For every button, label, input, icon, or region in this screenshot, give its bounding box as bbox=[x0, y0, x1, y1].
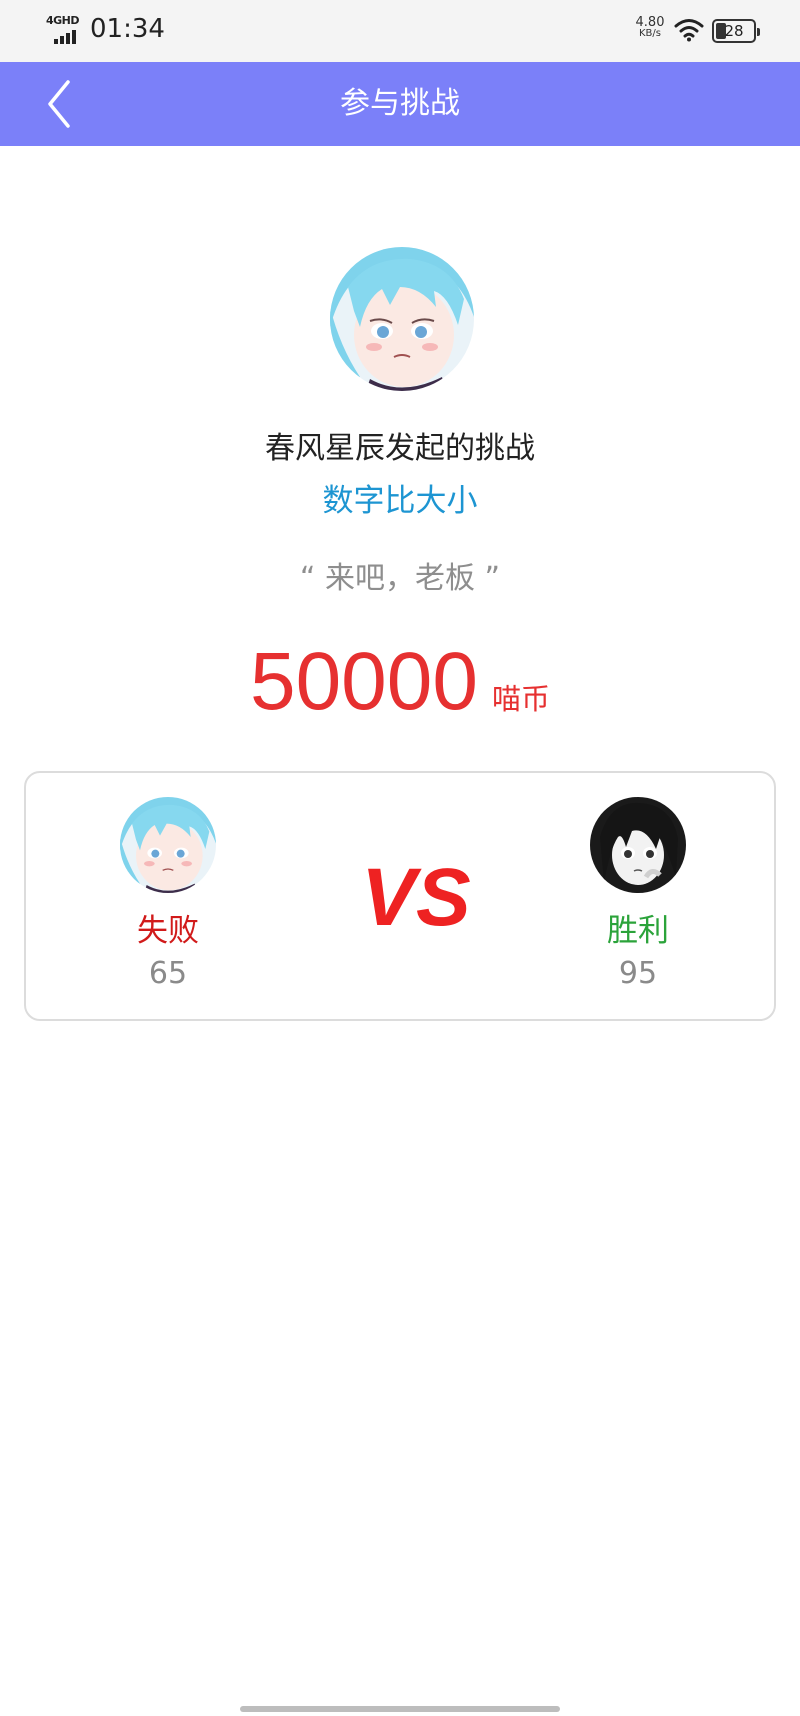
vs-label: VS bbox=[361, 852, 470, 941]
challenge-quote: “ 来吧，老板 ” bbox=[299, 561, 501, 596]
page-title: 参与挑战 bbox=[340, 86, 460, 121]
clock: 01:34 bbox=[90, 14, 165, 44]
network-speed-value: 4.80 bbox=[635, 15, 665, 30]
opponent-avatar[interactable] bbox=[590, 797, 686, 893]
vs-logo: VS bbox=[346, 851, 486, 943]
result-card: 失败 65 VS 胜利 95 bbox=[24, 771, 776, 1021]
wifi-icon bbox=[674, 18, 704, 42]
challenger-score: 65 bbox=[148, 956, 188, 991]
challenger-result: 失败 bbox=[137, 913, 199, 949]
status-bar: 4GHD 01:34 4.80 KB/s 28 bbox=[0, 0, 800, 62]
battery-icon: 28 bbox=[712, 19, 760, 43]
opponent-player: 胜利 95 bbox=[578, 797, 698, 991]
game-name: 数字比大小 bbox=[322, 483, 478, 519]
stake-unit: 喵币 bbox=[492, 682, 551, 716]
challenger-player: 失败 65 bbox=[108, 797, 228, 991]
challenger-small-avatar[interactable] bbox=[120, 797, 216, 893]
challenger-title: 春风星辰发起的挑战 bbox=[265, 431, 535, 466]
home-indicator[interactable] bbox=[240, 1706, 560, 1712]
stake-amount: 50000 bbox=[249, 636, 478, 727]
opponent-score: 95 bbox=[618, 956, 658, 991]
challenger-avatar[interactable] bbox=[330, 247, 474, 391]
network-type: 4GHD bbox=[46, 14, 80, 27]
battery-level: 28 bbox=[724, 22, 744, 40]
cellular-signal-icon: 4GHD bbox=[46, 14, 82, 44]
opponent-result: 胜利 bbox=[607, 913, 669, 949]
stake: 50000 喵币 bbox=[0, 632, 800, 732]
network-speed: 4.80 KB/s bbox=[632, 15, 668, 39]
nav-bar: 参与挑战 bbox=[0, 62, 800, 146]
